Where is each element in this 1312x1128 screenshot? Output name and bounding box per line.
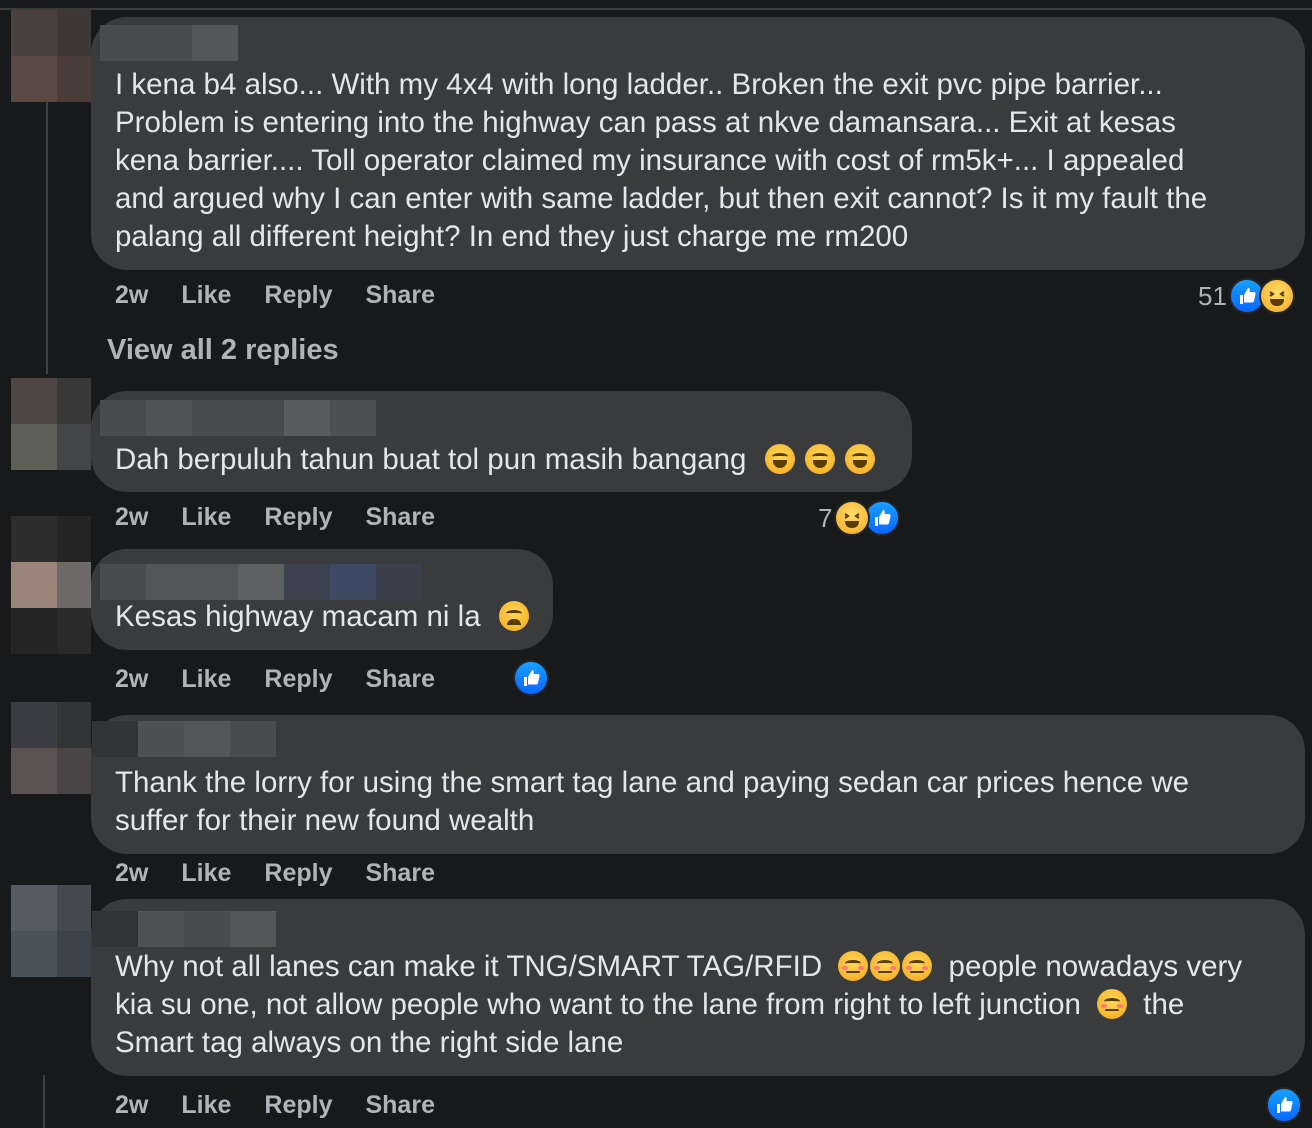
- reaction-count: 7: [818, 502, 833, 533]
- comment-text-line: suffer for their new found wealth: [115, 804, 535, 837]
- comment-text-line: Problem is entering into the highway can…: [115, 106, 1176, 139]
- comment-actions: 2w Like Reply Share: [115, 275, 468, 315]
- comment-text-line: Why not all lanes can make it TNG/SMART …: [115, 950, 823, 983]
- avatar[interactable]: [11, 378, 91, 470]
- reactions-summary[interactable]: 7: [818, 498, 901, 538]
- reply-button[interactable]: Reply: [264, 281, 332, 310]
- like-button[interactable]: Like: [181, 665, 231, 694]
- author-name-blurred[interactable]: [92, 911, 276, 947]
- share-button[interactable]: Share: [365, 1091, 434, 1120]
- timestamp-link[interactable]: 2w: [115, 859, 148, 888]
- comment-text-line: and argued why I can enter with same lad…: [115, 182, 1208, 215]
- haha-icon: [1258, 278, 1295, 314]
- comment-text-line: Kesas highway macam ni la: [115, 600, 481, 633]
- reactions-summary[interactable]: 51: [1198, 276, 1295, 316]
- flushed-face-emoji: [838, 951, 869, 981]
- comment-actions: 2w Like Reply Share: [115, 1085, 468, 1125]
- comment-text-line: kena barrier.... Toll operator claimed m…: [115, 144, 1185, 177]
- like-button[interactable]: Like: [181, 859, 231, 888]
- like-icon: [1266, 1087, 1302, 1123]
- comment-text: Thank the lorry for using the smart tag …: [115, 764, 1189, 840]
- reactions-summary[interactable]: [1266, 1085, 1302, 1125]
- avatar[interactable]: [11, 702, 91, 794]
- timestamp-link[interactable]: 2w: [115, 665, 148, 694]
- timestamp-link[interactable]: 2w: [115, 503, 148, 532]
- share-button[interactable]: Share: [365, 281, 434, 310]
- weary-face-emoji: [498, 601, 529, 631]
- top-divider: [0, 8, 1312, 10]
- reaction-count: 51: [1198, 280, 1227, 311]
- comment-text: Why not all lanes can make it TNG/SMART …: [115, 948, 1242, 1062]
- author-name-blurred[interactable]: [92, 721, 276, 757]
- reply-button[interactable]: Reply: [264, 503, 332, 532]
- rolling-laughing-emoji: [804, 444, 835, 474]
- like-button[interactable]: Like: [181, 1091, 231, 1120]
- like-icon: [513, 660, 549, 696]
- flushed-face-emoji: [870, 951, 901, 981]
- reply-button[interactable]: Reply: [264, 1091, 332, 1120]
- comment-text-line: I kena b4 also... With my 4x4 with long …: [115, 68, 1163, 101]
- share-button[interactable]: Share: [365, 665, 434, 694]
- avatar[interactable]: [11, 10, 91, 102]
- avatar[interactable]: [11, 885, 91, 977]
- avatar[interactable]: [11, 516, 91, 654]
- like-button[interactable]: Like: [181, 281, 231, 310]
- flushed-face-emoji: [1097, 989, 1128, 1019]
- share-button[interactable]: Share: [365, 503, 434, 532]
- author-name-blurred[interactable]: [100, 564, 422, 600]
- author-name-blurred[interactable]: [100, 25, 238, 61]
- comment-text: Kesas highway macam ni la: [115, 598, 529, 636]
- timestamp-link[interactable]: 2w: [115, 281, 148, 310]
- comment-text-line: Smart tag always on the right side lane: [115, 1026, 624, 1059]
- timestamp-link[interactable]: 2w: [115, 1091, 148, 1120]
- comment-actions: 2w Like Reply Share: [115, 497, 468, 537]
- flushed-face-emoji: [902, 951, 933, 981]
- comment-text: I kena b4 also... With my 4x4 with long …: [115, 66, 1207, 256]
- comment-text-line: Dah berpuluh tahun buat tol pun masih ba…: [115, 443, 747, 476]
- comment-text-line: Thank the lorry for using the smart tag …: [115, 766, 1190, 799]
- comment-text: Dah berpuluh tahun buat tol pun masih ba…: [115, 441, 876, 479]
- author-name-blurred[interactable]: [100, 400, 376, 436]
- comment-text-line: the: [1143, 988, 1185, 1021]
- comment-actions: 2w Like Reply Share: [115, 853, 468, 893]
- view-replies-link[interactable]: View all 2 replies: [107, 334, 339, 367]
- comment-text-line: palang all different height? In end they…: [115, 220, 909, 253]
- thread-line: [43, 1075, 45, 1128]
- haha-icon: [834, 500, 871, 536]
- reply-button[interactable]: Reply: [264, 665, 332, 694]
- like-button[interactable]: Like: [181, 503, 231, 532]
- share-button[interactable]: Share: [365, 859, 434, 888]
- comment-text-line: people nowadays very: [948, 950, 1243, 983]
- rolling-laughing-emoji: [764, 444, 795, 474]
- reactions-summary[interactable]: [513, 658, 549, 698]
- reply-button[interactable]: Reply: [264, 859, 332, 888]
- rolling-laughing-emoji: [845, 444, 876, 474]
- comment-text-line: kia su one, not allow people who want to…: [115, 988, 1081, 1021]
- comment-actions: 2w Like Reply Share: [115, 659, 468, 699]
- thread-line: [46, 102, 48, 374]
